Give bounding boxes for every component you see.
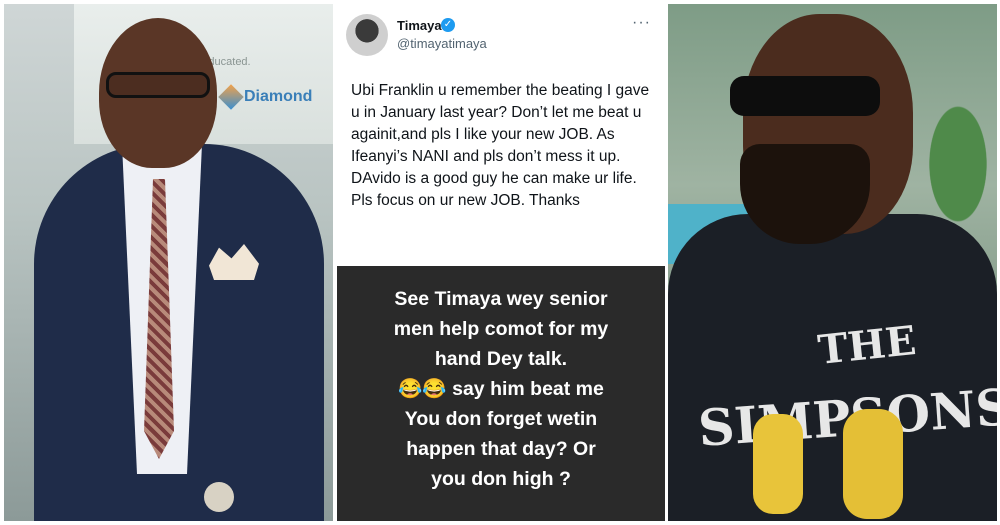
story-line: hand Dey talk. bbox=[434, 348, 568, 370]
story-line: happen that day? Or bbox=[406, 438, 596, 460]
story-line: 😂😂 say him beat me bbox=[398, 378, 604, 400]
wristwatch bbox=[204, 482, 234, 512]
brand-text: Diamond bbox=[244, 88, 313, 105]
brand-logo: Diamond bbox=[218, 84, 313, 110]
right-photo: THE SIMPSONS bbox=[668, 4, 997, 521]
story-line: You don forget wetin bbox=[404, 408, 598, 430]
cartoon-character bbox=[843, 409, 903, 519]
user-handle[interactable]: @timayatimaya bbox=[397, 36, 487, 51]
left-photo: Gyn. Get Educated. Diamond bbox=[4, 4, 333, 521]
tweet-text: Ubi Franklin u remember the beating I ga… bbox=[351, 82, 650, 209]
diamond-logo-icon bbox=[218, 84, 244, 110]
more-options-icon[interactable]: ··· bbox=[632, 14, 651, 32]
user-name[interactable]: Timaya bbox=[397, 18, 442, 33]
story-line: See Timaya wey senior bbox=[394, 288, 608, 310]
verified-badge-icon: ✓ bbox=[441, 18, 455, 32]
cartoon-character bbox=[753, 414, 803, 514]
eyeglasses bbox=[106, 72, 210, 98]
avatar[interactable] bbox=[346, 14, 388, 56]
story-line: you don high ? bbox=[431, 468, 571, 490]
story-line: men help comot for my bbox=[393, 318, 609, 340]
middle-panel: Timaya ✓ @timayatimaya ··· Ubi Franklin … bbox=[337, 4, 665, 521]
story-text: See Timaya wey senior men help comot for… bbox=[345, 284, 657, 494]
story-screenshot: See Timaya wey senior men help comot for… bbox=[337, 266, 665, 521]
sunglasses bbox=[730, 76, 880, 116]
tweet-card: Timaya ✓ @timayatimaya ··· Ubi Franklin … bbox=[337, 4, 665, 260]
